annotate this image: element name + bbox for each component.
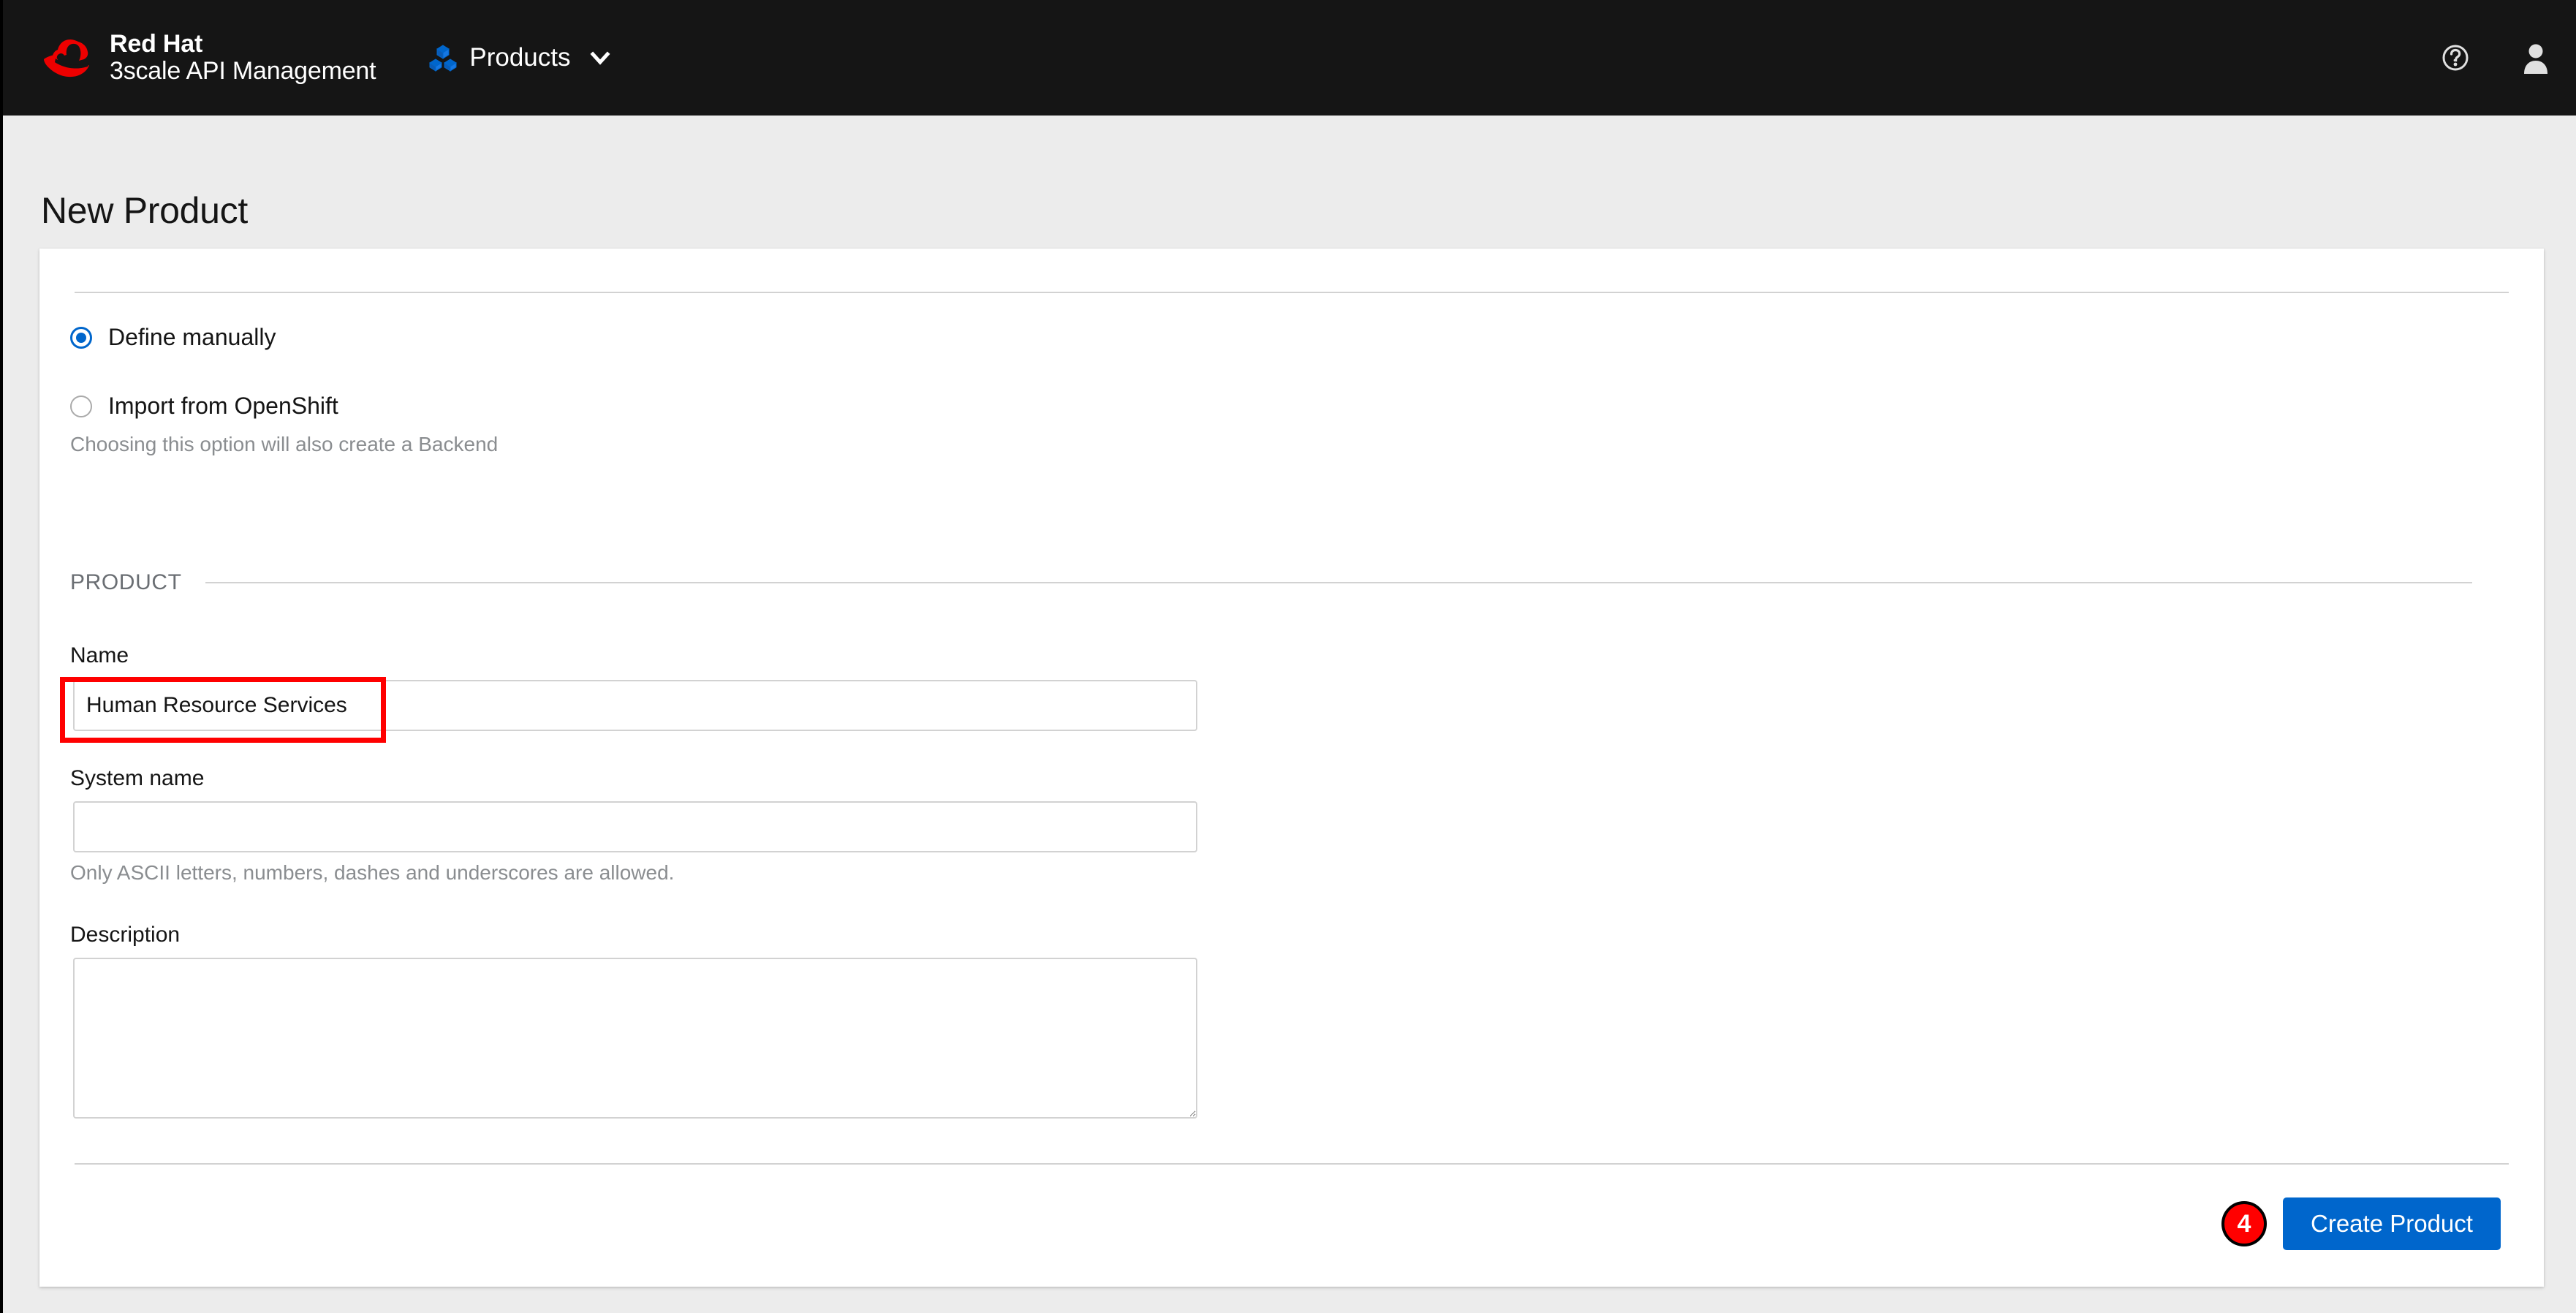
brand-line-product: 3scale API Management bbox=[110, 57, 376, 85]
brand-logo-group[interactable]: Red Hat 3scale API Management bbox=[38, 31, 376, 84]
help-circle-icon bbox=[2442, 45, 2469, 71]
card-top-divider bbox=[75, 292, 2509, 293]
name-label: Name bbox=[70, 643, 129, 667]
product-section-rule bbox=[205, 582, 2472, 583]
openshift-helper-text: Choosing this option will also create a … bbox=[70, 433, 499, 455]
create-product-button[interactable]: Create Product bbox=[2283, 1197, 2501, 1250]
help-button[interactable] bbox=[2415, 0, 2496, 116]
nav-products-dropdown[interactable]: Products bbox=[428, 43, 611, 72]
user-avatar-icon bbox=[2524, 44, 2547, 74]
radio-option-define-manually[interactable]: Define manually bbox=[70, 324, 276, 351]
nav-products-label: Products bbox=[469, 43, 571, 72]
description-textarea[interactable] bbox=[73, 958, 1197, 1119]
new-product-card bbox=[39, 249, 2544, 1287]
description-label: Description bbox=[70, 923, 181, 947]
system-name-helper-text: Only ASCII letters, numbers, dashes and … bbox=[70, 861, 675, 884]
radio-label-define-manually: Define manually bbox=[108, 324, 276, 350]
system-name-label: System name bbox=[70, 766, 205, 790]
masthead-actions bbox=[2415, 0, 2576, 116]
radio-unselected-icon[interactable] bbox=[70, 395, 92, 417]
app-page: Red Hat 3scale API Management Products N… bbox=[0, 0, 2576, 1313]
brand-line-redhat: Red Hat bbox=[110, 30, 203, 58]
name-input[interactable] bbox=[73, 680, 1197, 731]
chevron-down-icon bbox=[590, 51, 611, 65]
step-badge: 4 bbox=[2221, 1201, 2267, 1246]
card-bottom-divider bbox=[75, 1163, 2509, 1165]
card-action-bar: 4 Create Product bbox=[2221, 1197, 2501, 1250]
brand-text: Red Hat 3scale API Management bbox=[110, 31, 376, 84]
page-title: New Product bbox=[41, 189, 248, 231]
system-name-input[interactable] bbox=[73, 801, 1197, 852]
radio-selected-icon[interactable] bbox=[70, 326, 92, 349]
radio-option-import-openshift[interactable]: Import from OpenShift bbox=[70, 393, 338, 420]
red-hat-fedora-logo bbox=[44, 39, 89, 77]
product-section-header: PRODUCT bbox=[70, 570, 2472, 595]
masthead: Red Hat 3scale API Management Products bbox=[3, 0, 2576, 116]
user-menu-button[interactable] bbox=[2496, 0, 2576, 116]
cubes-icon bbox=[429, 45, 458, 72]
radio-label-import-openshift: Import from OpenShift bbox=[108, 393, 338, 419]
product-section-title: PRODUCT bbox=[70, 570, 182, 594]
